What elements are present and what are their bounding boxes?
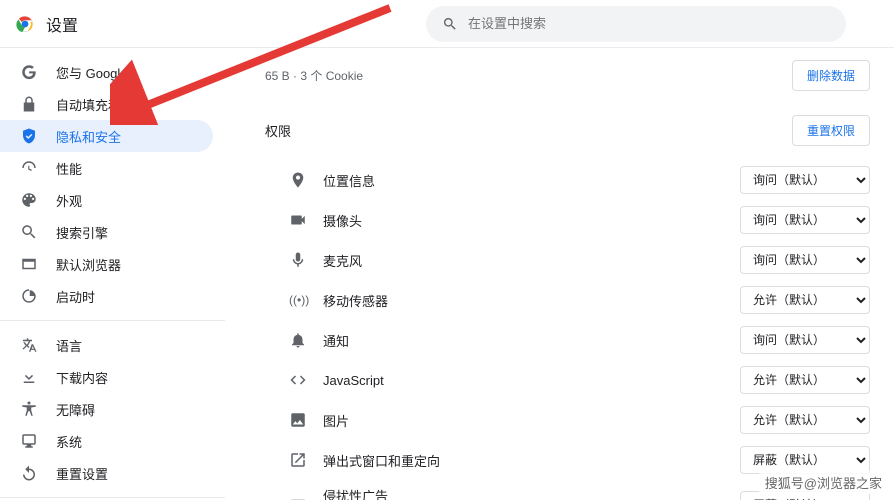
permission-select-motion[interactable]: 允许（默认） xyxy=(740,286,870,314)
permissions-heading: 权限 xyxy=(265,121,291,140)
permission-row-motion: ((•)) 移动传感器允许（默认） xyxy=(265,280,870,320)
autofill-icon xyxy=(20,95,38,113)
sidebar-item-label: 性能 xyxy=(56,159,82,178)
permission-select-image[interactable]: 允许（默认） xyxy=(740,406,870,434)
page-title: 设置 xyxy=(46,12,78,36)
image-icon xyxy=(289,411,307,429)
delete-data-button[interactable]: 删除数据 xyxy=(792,60,870,91)
watermark: 搜狐号@浏览器之家 xyxy=(759,471,888,494)
sidebar-item-autofill[interactable]: 自动填充和密码 xyxy=(0,88,213,120)
mic-icon xyxy=(289,251,307,269)
sidebar-item-label: 您与 Google xyxy=(56,63,128,82)
main-content: 65 B · 3 个 Cookie 删除数据 权限 重置权限 位置信息询问（默认… xyxy=(225,48,894,500)
sidebar-item-download[interactable]: 下载内容 xyxy=(0,361,213,393)
camera-icon xyxy=(289,211,307,229)
a11y-icon xyxy=(20,400,38,418)
permission-label: 移动传感器 xyxy=(323,291,724,310)
sidebar-item-shield[interactable]: 隐私和安全 xyxy=(0,120,213,152)
appearance-icon xyxy=(20,191,38,209)
sidebar-item-label: 无障碍 xyxy=(56,400,95,419)
sidebar-item-appearance[interactable]: 外观 xyxy=(0,184,213,216)
sidebar-item-label: 外观 xyxy=(56,191,82,210)
sidebar-item-label: 系统 xyxy=(56,432,82,451)
sidebar-item-google[interactable]: 您与 Google xyxy=(0,56,213,88)
permission-label: JavaScript xyxy=(323,373,724,388)
permission-label: 图片 xyxy=(323,411,724,430)
sidebar-item-label: 语言 xyxy=(56,336,82,355)
bell-icon xyxy=(289,331,307,349)
search-icon xyxy=(20,223,38,241)
sidebar-item-label: 自动填充和密码 xyxy=(56,95,147,114)
permission-select-location[interactable]: 询问（默认） xyxy=(740,166,870,194)
sidebar: 您与 Google 自动填充和密码隐私和安全性能外观搜索引擎默认浏览器启动时语言下… xyxy=(0,48,225,500)
permission-row-mic: 麦克风询问（默认） xyxy=(265,240,870,280)
location-icon xyxy=(289,171,307,189)
sidebar-item-label: 重置设置 xyxy=(56,464,108,483)
sidebar-item-reset[interactable]: 重置设置 xyxy=(0,457,213,489)
ads-icon xyxy=(289,496,307,500)
permission-label: 麦克风 xyxy=(323,251,724,270)
permission-row-bell: 通知询问（默认） xyxy=(265,320,870,360)
permission-label: 摄像头 xyxy=(323,211,724,230)
sidebar-item-a11y[interactable]: 无障碍 xyxy=(0,393,213,425)
sidebar-item-search[interactable]: 搜索引擎 xyxy=(0,216,213,248)
sidebar-item-label: 下载内容 xyxy=(56,368,108,387)
permission-row-image: 图片允许（默认） xyxy=(265,400,870,440)
lang-icon xyxy=(20,336,38,354)
system-icon xyxy=(20,432,38,450)
permission-select-camera[interactable]: 询问（默认） xyxy=(740,206,870,234)
permission-row-location: 位置信息询问（默认） xyxy=(265,160,870,200)
download-icon xyxy=(20,368,38,386)
permission-select-bell[interactable]: 询问（默认） xyxy=(740,326,870,354)
sidebar-item-label: 启动时 xyxy=(56,287,95,306)
permission-select-popup[interactable]: 屏蔽（默认） xyxy=(740,446,870,474)
sidebar-item-browser[interactable]: 默认浏览器 xyxy=(0,248,213,280)
sidebar-item-startup[interactable]: 启动时 xyxy=(0,280,213,312)
reset-permissions-button[interactable]: 重置权限 xyxy=(792,115,870,146)
sidebar-item-perf[interactable]: 性能 xyxy=(0,152,213,184)
chrome-logo-icon xyxy=(16,15,34,33)
startup-icon xyxy=(20,287,38,305)
google-icon xyxy=(20,63,38,81)
sidebar-item-lang[interactable]: 语言 xyxy=(0,329,213,361)
permission-label: 侵扰性广告 xyxy=(323,486,724,500)
permission-label: 位置信息 xyxy=(323,171,724,190)
code-icon xyxy=(289,371,307,389)
motion-icon: ((•)) xyxy=(289,291,307,309)
reset-icon xyxy=(20,464,38,482)
search-box[interactable] xyxy=(426,6,846,42)
sidebar-item-label: 搜索引擎 xyxy=(56,223,108,242)
permission-row-camera: 摄像头询问（默认） xyxy=(265,200,870,240)
storage-text: 65 B · 3 个 Cookie xyxy=(265,67,363,84)
search-input[interactable] xyxy=(468,16,830,31)
sidebar-item-label: 默认浏览器 xyxy=(56,255,121,274)
search-icon xyxy=(442,16,458,32)
perf-icon xyxy=(20,159,38,177)
permission-select-mic[interactable]: 询问（默认） xyxy=(740,246,870,274)
browser-icon xyxy=(20,255,38,273)
popup-icon xyxy=(289,451,307,469)
shield-icon xyxy=(20,127,38,145)
permission-row-code: JavaScript 允许（默认） xyxy=(265,360,870,400)
permission-select-code[interactable]: 允许（默认） xyxy=(740,366,870,394)
sidebar-item-system[interactable]: 系统 xyxy=(0,425,213,457)
permission-label: 通知 xyxy=(323,331,724,350)
sidebar-item-label: 隐私和安全 xyxy=(56,127,121,146)
permission-label: 弹出式窗口和重定向 xyxy=(323,451,724,470)
